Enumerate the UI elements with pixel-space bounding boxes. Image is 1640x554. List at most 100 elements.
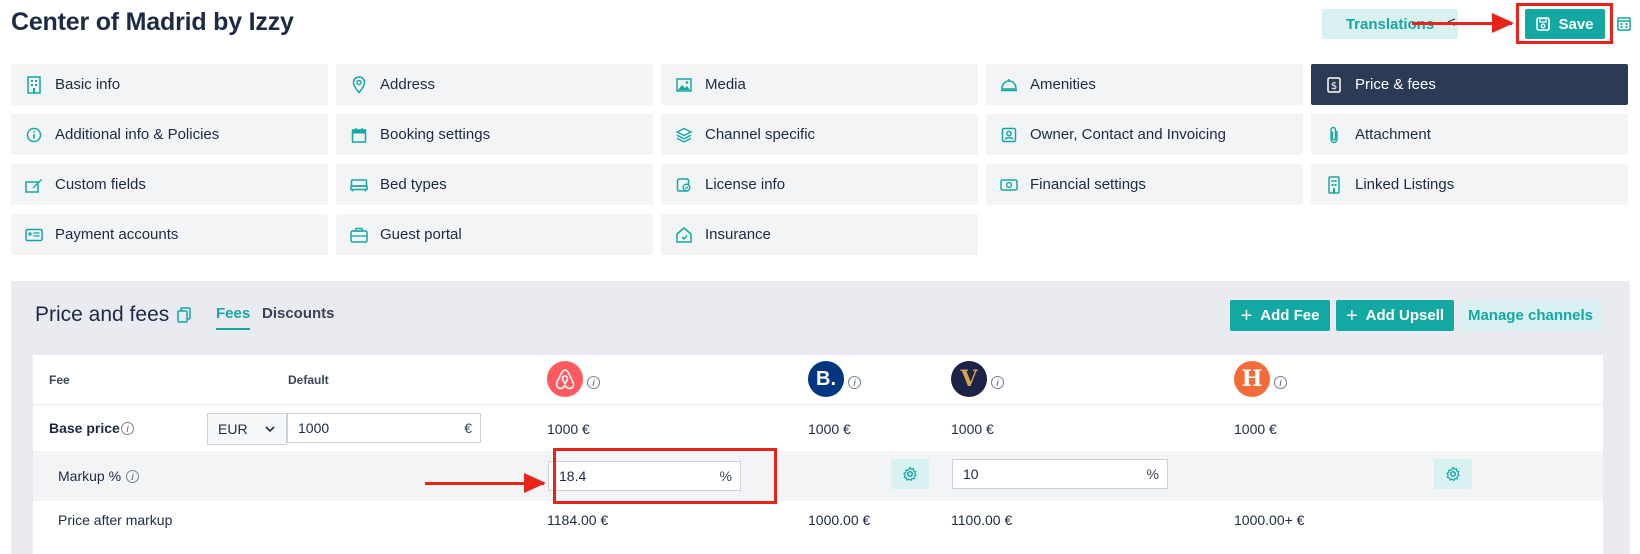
- nav-custom-fields-label: Custom fields: [55, 176, 146, 193]
- vrbo-info-icon[interactable]: i: [991, 376, 1004, 389]
- price-after-markup-booking: 1000.00 €: [808, 512, 871, 528]
- layers-icon: [676, 127, 692, 143]
- briefcase-icon: [350, 227, 368, 243]
- nav-amenities[interactable]: Amenities: [986, 64, 1303, 105]
- euro-suffix: €: [464, 420, 472, 436]
- vrbo-logo-icon: V: [951, 361, 987, 397]
- svg-text:$: $: [1331, 81, 1337, 92]
- hostaway-settings-button[interactable]: [1434, 459, 1472, 489]
- nav-payment-accounts[interactable]: Payment accounts: [11, 214, 328, 255]
- paperclip-icon: [1330, 126, 1338, 143]
- panel-title: Price and fees: [35, 303, 191, 327]
- nav-amenities-label: Amenities: [1030, 76, 1096, 93]
- image-icon: [676, 77, 692, 92]
- nav-license-info-label: License info: [705, 176, 786, 193]
- calendar-icon: [351, 127, 367, 143]
- nav-booking-settings-label: Booking settings: [380, 126, 491, 143]
- markup-vrbo-value: 10: [963, 466, 979, 482]
- price-after-markup-airbnb: 1184.00 €: [547, 512, 609, 528]
- base-price-info-icon[interactable]: i: [121, 422, 134, 435]
- nav-additional-info-label: Additional info & Policies: [55, 126, 220, 143]
- markup-label: Markup %: [58, 468, 122, 484]
- header-default: Default: [288, 373, 329, 387]
- nav-address-label: Address: [380, 76, 436, 93]
- copy-icon[interactable]: [177, 307, 191, 323]
- nav-price-fees[interactable]: $ Price & fees: [1311, 64, 1628, 105]
- panel-title-text: Price and fees: [35, 303, 170, 326]
- annotation-arrow-save: [1412, 13, 1514, 33]
- booking-settings-button[interactable]: [891, 459, 929, 489]
- contact-card-icon: [1001, 127, 1017, 142]
- nav-linked-listings[interactable]: Linked Listings: [1311, 164, 1628, 205]
- nav-license-info[interactable]: License info: [661, 164, 978, 205]
- nav-custom-fields[interactable]: Custom fields: [11, 164, 328, 205]
- base-price-default-value: 1000: [298, 420, 330, 436]
- nav-channel-specific[interactable]: Channel specific: [661, 114, 978, 155]
- base-price-vrbo: 1000 €: [951, 421, 994, 437]
- manage-channels-button[interactable]: Manage channels: [1460, 300, 1601, 331]
- hostaway-logo-icon: H: [1234, 361, 1270, 397]
- location-pin-icon: [352, 75, 366, 94]
- price-after-markup-hostaway: 1000.00+ €: [1234, 512, 1305, 528]
- edit-field-icon: [25, 178, 42, 193]
- markup-highlight-box: [553, 448, 777, 504]
- hostaway-info-icon[interactable]: i: [1274, 376, 1287, 389]
- header-fee: Fee: [49, 373, 70, 387]
- license-shield-icon: [676, 177, 691, 192]
- nav-financial-settings[interactable]: Financial settings: [986, 164, 1303, 205]
- nav-owner-contact[interactable]: Owner, Contact and Invoicing: [986, 114, 1303, 155]
- page-title: Center of Madrid by Izzy: [11, 8, 294, 36]
- row-divider: [33, 404, 1603, 405]
- calendar-icon[interactable]: [1617, 15, 1631, 31]
- booking-info-icon[interactable]: i: [848, 376, 861, 389]
- id-card-icon: [25, 228, 43, 241]
- nav-media-label: Media: [705, 76, 746, 93]
- service-bell-icon: [1001, 78, 1017, 91]
- nav-linked-listings-label: Linked Listings: [1355, 176, 1455, 193]
- add-upsell-button[interactable]: + Add Upsell: [1336, 300, 1454, 331]
- plus-icon: +: [1240, 304, 1253, 327]
- markup-info-icon[interactable]: i: [126, 470, 139, 483]
- nav-basic-info[interactable]: Basic info: [11, 64, 328, 105]
- save-button[interactable]: Save: [1525, 9, 1605, 39]
- nav-booking-settings[interactable]: Booking settings: [336, 114, 653, 155]
- nav-basic-info-label: Basic info: [55, 76, 121, 93]
- dollar-receipt-icon: $: [1327, 76, 1341, 93]
- nav-channel-specific-label: Channel specific: [705, 126, 816, 143]
- floppy-disk-icon: [1536, 17, 1551, 31]
- nav-media[interactable]: Media: [661, 64, 978, 105]
- price-fees-panel: Price and fees Fees Discounts + Add Fee …: [11, 281, 1630, 554]
- base-price-booking: 1000 €: [808, 421, 851, 437]
- nav-additional-info[interactable]: Additional info & Policies: [11, 114, 328, 155]
- nav-price-fees-label: Price & fees: [1355, 76, 1436, 93]
- money-icon: [1000, 178, 1018, 191]
- airbnb-logo-icon: [547, 361, 583, 397]
- nav-bed-types-label: Bed types: [380, 176, 447, 193]
- chevron-down-icon: [265, 426, 275, 433]
- booking-logo-icon: B.: [808, 361, 844, 397]
- add-fee-label: Add Fee: [1260, 307, 1320, 324]
- nav-bed-types[interactable]: Bed types: [336, 164, 653, 205]
- nav-insurance-label: Insurance: [705, 226, 771, 243]
- percent-suffix: %: [1146, 466, 1159, 482]
- base-price-airbnb: 1000 €: [547, 421, 590, 437]
- nav-attachment[interactable]: Attachment: [1311, 114, 1628, 155]
- section-nav-grid: Basic info Address Media Amenities $ Pri…: [11, 64, 1628, 255]
- add-upsell-label: Add Upsell: [1365, 307, 1445, 324]
- base-price-label: Base price: [49, 420, 120, 436]
- nav-attachment-label: Attachment: [1355, 126, 1431, 143]
- base-price-default-input[interactable]: 1000 €: [287, 413, 481, 443]
- markup-vrbo-input[interactable]: 10 %: [952, 459, 1168, 489]
- add-fee-button[interactable]: + Add Fee: [1230, 300, 1330, 331]
- nav-guest-portal-label: Guest portal: [380, 226, 462, 243]
- tab-discounts[interactable]: Discounts: [262, 305, 335, 322]
- annotation-arrow-markup: [425, 473, 546, 493]
- info-circle-icon: [26, 127, 42, 142]
- nav-address[interactable]: Address: [336, 64, 653, 105]
- markup-row: [33, 451, 1603, 501]
- nav-guest-portal[interactable]: Guest portal: [336, 214, 653, 255]
- airbnb-info-icon[interactable]: i: [587, 376, 600, 389]
- nav-insurance[interactable]: Insurance: [661, 214, 978, 255]
- tab-fees[interactable]: Fees: [216, 305, 251, 330]
- currency-select[interactable]: EUR: [207, 413, 287, 445]
